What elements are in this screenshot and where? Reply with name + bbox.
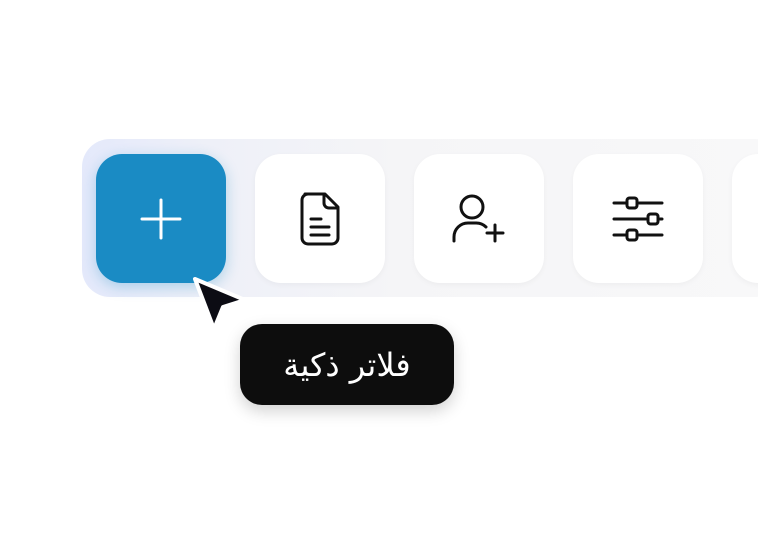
add-button[interactable] [96,154,226,283]
screen: فلاتر ذكية [0,0,758,544]
document-button[interactable] [255,154,385,283]
add-user-icon [452,194,505,242]
tooltip: فلاتر ذكية [240,324,454,405]
filter-sliders-icon [612,196,664,241]
add-user-button[interactable] [414,154,544,283]
plus-icon [140,198,182,239]
overflow-toolbar-button[interactable] [732,154,758,283]
filter-button[interactable] [573,154,703,283]
tooltip-text: فلاتر ذكية [283,345,411,384]
document-icon [300,192,340,245]
mouse-pointer-icon [193,277,247,331]
